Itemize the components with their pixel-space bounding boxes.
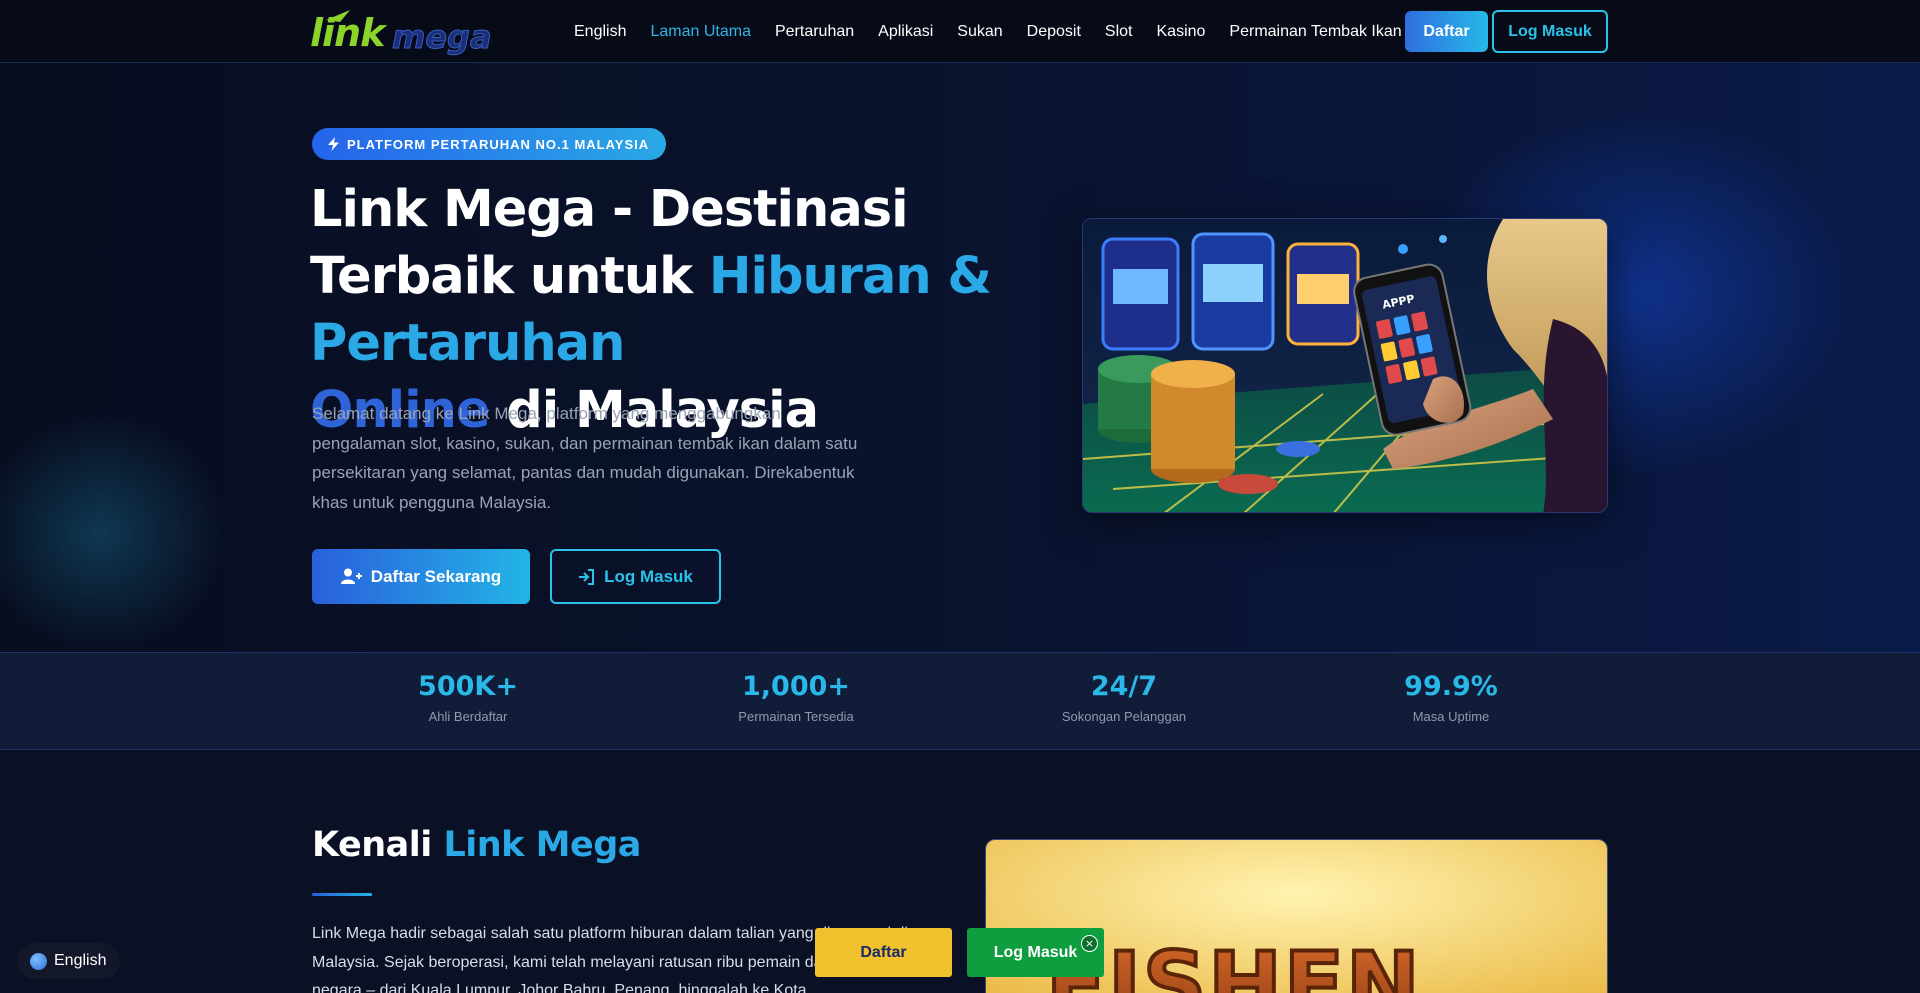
stat-support-label: Sokongan Pelanggan <box>1061 709 1187 724</box>
stat-support-value: 24/7 <box>1090 671 1158 702</box>
language-label: English <box>54 952 107 969</box>
nav-link-laman-utama[interactable]: Laman Utama <box>650 23 751 41</box>
platform-badge: PLATFORM PERTARUHAN NO.1 MALAYSIA <box>312 128 667 160</box>
floating-register-button[interactable]: Daftar <box>815 928 952 977</box>
close-icon[interactable]: × <box>1081 935 1098 952</box>
stat-games: 1,000+ Permainan Tersedia <box>676 653 916 724</box>
badge-text: PLATFORM PERTARUHAN NO.1 MALAYSIA <box>347 136 650 152</box>
nav-link-english[interactable]: English <box>574 23 626 41</box>
top-navbar: link mega English Laman Utama Pertaruhan… <box>0 0 1920 63</box>
user-plus-icon <box>340 568 362 584</box>
stat-members-value: 500K+ <box>418 671 518 702</box>
stat-uptime: 99.9% Masa Uptime <box>1331 653 1571 724</box>
stat-members: 500K+ Ahli Berdaftar <box>348 653 588 724</box>
hero-casino-image: APPP <box>1082 218 1608 513</box>
nav-link-pertaruhan[interactable]: Pertaruhan <box>775 23 854 41</box>
language-switcher[interactable]: English <box>17 943 120 979</box>
nav-link-slot[interactable]: Slot <box>1105 23 1133 41</box>
stat-uptime-label: Masa Uptime <box>1412 709 1490 724</box>
sign-in-icon <box>579 568 595 585</box>
main-menu: English Laman Utama Pertaruhan Aplikasi … <box>574 0 1426 63</box>
svg-text:link: link <box>310 11 388 55</box>
stat-members-label: Ahli Berdaftar <box>428 709 508 724</box>
bolt-icon <box>328 137 339 151</box>
nav-register-button[interactable]: Daftar <box>1405 11 1488 52</box>
stat-uptime-value: 99.9% <box>1404 671 1498 702</box>
hero-login-button[interactable]: Log Masuk <box>550 549 721 604</box>
floating-login-button[interactable]: Log Masuk <box>967 928 1104 977</box>
register-now-label: Daftar Sekarang <box>370 566 502 586</box>
site-logo[interactable]: link mega <box>310 8 492 56</box>
about-title-accent: Link Mega <box>443 825 641 865</box>
nav-link-sukan[interactable]: Sukan <box>957 23 1002 41</box>
globe-icon <box>30 952 47 970</box>
hero-login-label: Log Masuk <box>604 566 693 586</box>
stat-games-label: Permainan Tersedia <box>738 709 854 724</box>
stat-games-value: 1,000+ <box>741 671 851 702</box>
title-underline <box>312 893 372 896</box>
stats-bar: 500K+ Ahli Berdaftar 1,000+ Permainan Te… <box>0 652 1920 750</box>
nav-link-kasino[interactable]: Kasino <box>1157 23 1206 41</box>
register-now-button[interactable]: Daftar Sekarang <box>312 549 530 604</box>
nav-link-aplikasi[interactable]: Aplikasi <box>878 23 933 41</box>
svg-text:mega: mega <box>392 18 492 56</box>
nav-login-button[interactable]: Log Masuk <box>1492 10 1608 53</box>
about-title-plain: Kenali <box>312 825 444 865</box>
about-title: Kenali Link Mega <box>312 825 641 865</box>
nav-link-deposit[interactable]: Deposit <box>1027 23 1081 41</box>
nav-link-tembak-ikan[interactable]: Permainan Tembak Ikan <box>1229 23 1401 41</box>
stat-support: 24/7 Sokongan Pelanggan <box>1004 653 1244 724</box>
hero-description: Selamat datang ke Link Mega, platform ya… <box>312 404 858 512</box>
